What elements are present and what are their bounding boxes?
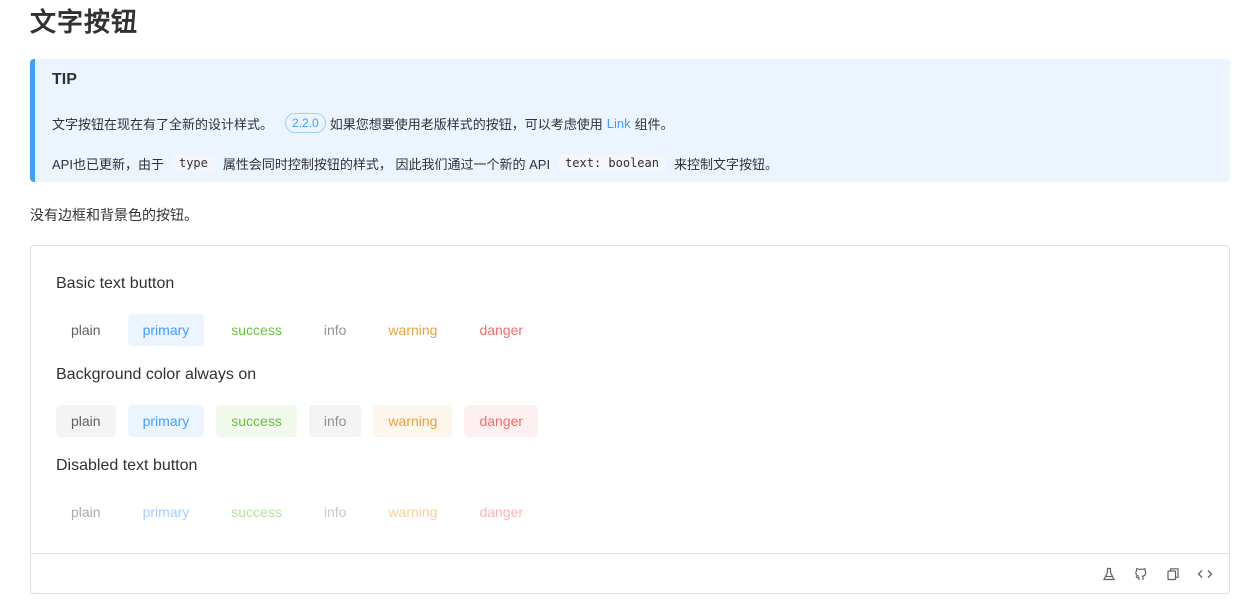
disabled-button-danger: danger bbox=[464, 496, 538, 528]
text-button-info[interactable]: info bbox=[309, 314, 362, 346]
disabled-button-warning: warning bbox=[373, 496, 452, 528]
disabled-button-info: info bbox=[309, 496, 362, 528]
text-button-warning[interactable]: warning bbox=[373, 314, 452, 346]
disabled-button-plain: plain bbox=[56, 496, 116, 528]
button-row-background: plain primary success info warning dange… bbox=[56, 405, 550, 437]
tip-text: 文字按钮在现在有了全新的设计样式。 bbox=[52, 116, 274, 132]
text-button-success[interactable]: success bbox=[216, 314, 297, 346]
demo-footer bbox=[31, 553, 1229, 594]
group-label-background: Background color always on bbox=[56, 366, 257, 383]
inline-code-type: type bbox=[171, 154, 215, 172]
bg-button-warning[interactable]: warning bbox=[373, 405, 453, 437]
tip-box: TIP 文字按钮在现在有了全新的设计样式。 2.2.0 如果您想要使用老版样式的… bbox=[30, 59, 1230, 182]
text-button-primary[interactable]: primary bbox=[127, 314, 205, 346]
bg-button-primary[interactable]: primary bbox=[127, 405, 205, 437]
disabled-button-primary: primary bbox=[128, 496, 205, 528]
link-component-link[interactable]: Link bbox=[607, 116, 631, 131]
group-label-disabled: Disabled text button bbox=[56, 457, 198, 474]
page-title: 文字按钮 bbox=[30, 8, 139, 38]
bg-button-success[interactable]: success bbox=[216, 405, 297, 437]
disabled-button-success: success bbox=[216, 496, 297, 528]
tip-text: 来控制文字按钮。 bbox=[673, 156, 778, 172]
github-icon[interactable] bbox=[1133, 566, 1149, 582]
tip-text: API也已更新，由于 bbox=[52, 156, 164, 172]
demo-block: Basic text button plain primary success … bbox=[30, 245, 1230, 594]
tip-line-2: API也已更新，由于 type 属性会同时控制按钮的样式， 因此我们通过一个新的… bbox=[52, 151, 778, 175]
text-button-danger[interactable]: danger bbox=[464, 314, 538, 346]
group-label-basic: Basic text button bbox=[56, 275, 175, 292]
bg-button-info[interactable]: info bbox=[308, 405, 362, 437]
tip-line-1: 文字按钮在现在有了全新的设计样式。 2.2.0 如果您想要使用老版样式的按钮，可… bbox=[52, 111, 674, 135]
tip-text: 属性会同时控制按钮的样式， 因此我们通过一个新的 API bbox=[222, 156, 551, 172]
tip-text: 如果您想要使用老版样式的按钮，可以考虑使用 bbox=[329, 116, 603, 132]
section-description: 没有边框和背景色的按钮。 bbox=[30, 207, 198, 223]
tip-title: TIP bbox=[52, 71, 77, 88]
demo-area: Basic text button plain primary success … bbox=[31, 246, 1229, 553]
copy-icon[interactable] bbox=[1165, 566, 1181, 582]
version-badge: 2.2.0 bbox=[285, 113, 326, 133]
text-button-plain[interactable]: plain bbox=[56, 314, 116, 346]
tip-text: 组件。 bbox=[634, 116, 674, 132]
code-icon[interactable] bbox=[1197, 566, 1213, 582]
bg-button-danger[interactable]: danger bbox=[464, 405, 539, 437]
footer-icons bbox=[1085, 554, 1213, 594]
playground-icon[interactable] bbox=[1101, 566, 1117, 582]
inline-code-text-boolean: text: boolean bbox=[558, 154, 666, 172]
button-row-disabled: plain primary success info warning dange… bbox=[56, 496, 550, 528]
button-row-basic: plain primary success info warning dange… bbox=[56, 314, 550, 346]
bg-button-plain[interactable]: plain bbox=[56, 405, 116, 437]
